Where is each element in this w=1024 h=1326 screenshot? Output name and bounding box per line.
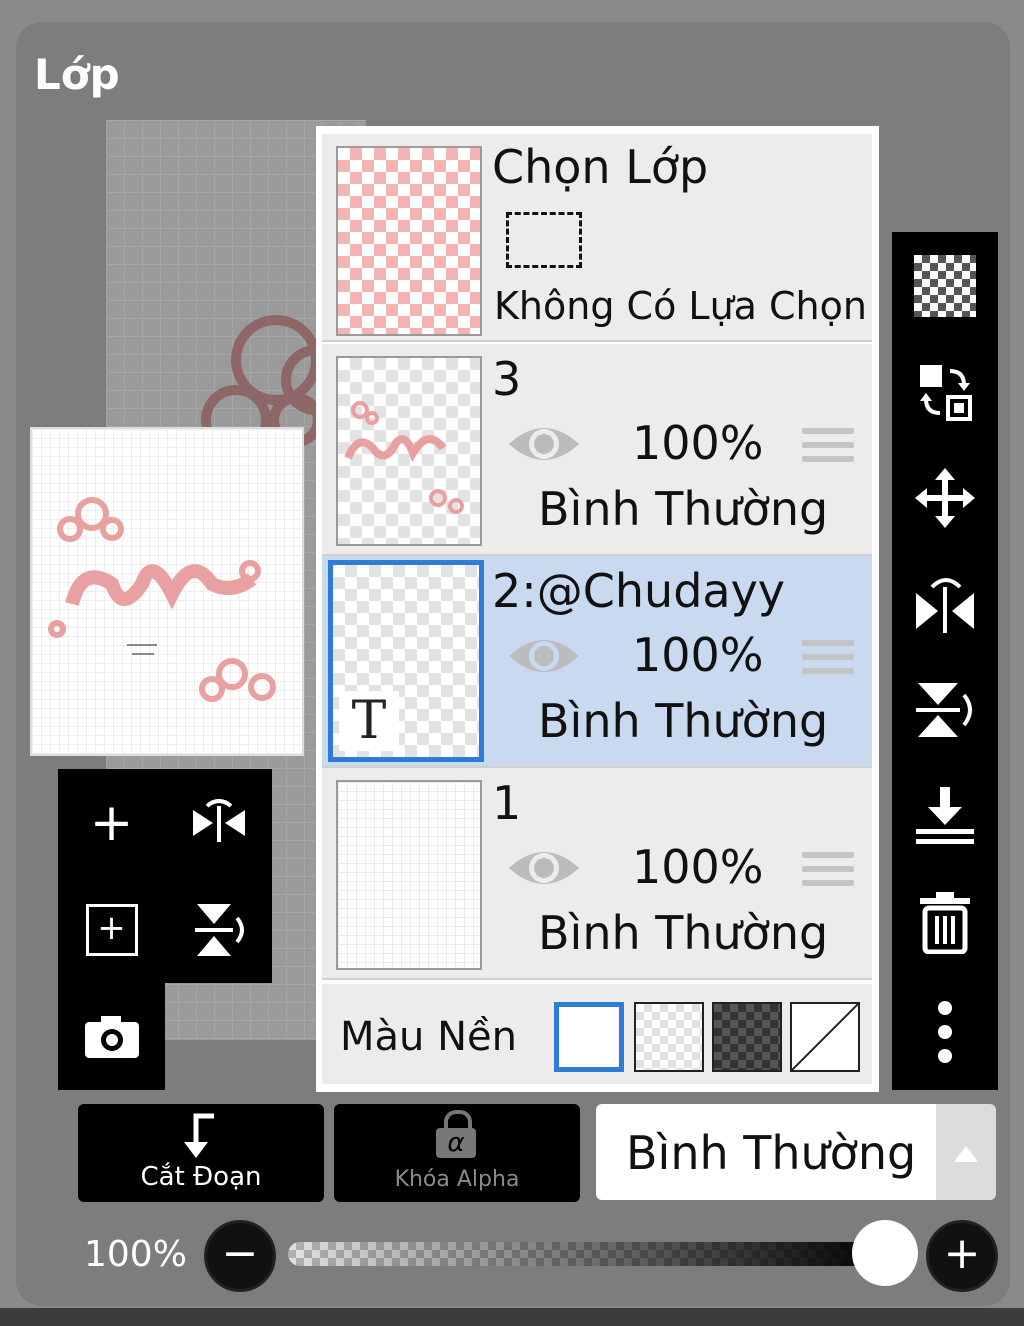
opacity-decrease-button[interactable]: − <box>204 1220 276 1292</box>
eye-icon[interactable] <box>507 634 581 678</box>
selection-layer-thumbnail <box>336 146 482 336</box>
flip-vertical-button[interactable] <box>892 660 998 760</box>
text-layer-badge: T <box>339 691 399 751</box>
flip-vertical-icon <box>194 903 244 956</box>
layer-list: Chọn Lớp Không Có Lựa Chọn 3 100% Bình T… <box>316 126 879 1092</box>
opacity-increase-button[interactable]: + <box>926 1220 998 1292</box>
layer-thumbnail <box>336 356 482 546</box>
swap-icon <box>920 365 972 421</box>
lock-icon: α <box>436 1110 476 1158</box>
selection-layer-row[interactable]: Chọn Lớp Không Có Lựa Chọn <box>322 134 872 342</box>
layer-name: 1 <box>492 776 522 830</box>
layer-row-selected[interactable]: T 2:@Chudayy 100% Bình Thường <box>322 556 872 768</box>
drag-handle-icon[interactable] <box>802 428 854 472</box>
minus-icon: − <box>221 1228 259 1279</box>
flip-vertical-icon <box>916 683 972 737</box>
layer-name: 2:@Chudayy <box>492 564 786 618</box>
layer-blend-mode: Bình Thường <box>538 694 829 748</box>
background-color-row: Màu Nền <box>322 984 872 1084</box>
opacity-value: 100% <box>84 1234 187 1275</box>
panel-title: Lớp <box>34 50 120 99</box>
clipping-label: Cắt Đoạn <box>140 1162 262 1192</box>
layer-blend-mode: Bình Thường <box>538 482 829 536</box>
bg-white-swatch[interactable] <box>554 1002 624 1072</box>
more-options-button[interactable] <box>892 982 998 1082</box>
swap-layers-button[interactable] <box>892 342 998 442</box>
bg-dark-swatch[interactable] <box>712 1002 782 1072</box>
flip-horizontal-icon <box>192 798 245 842</box>
merge-down-icon <box>916 787 974 844</box>
slash-icon <box>791 1003 859 1071</box>
blend-mode-value: Bình Thường <box>626 1126 917 1180</box>
move-icon <box>915 468 975 528</box>
right-toolbar <box>892 232 998 1090</box>
bg-none-swatch[interactable] <box>790 1002 860 1072</box>
plus-icon: + <box>943 1228 981 1279</box>
layer-blend-mode: Bình Thường <box>538 906 829 960</box>
selection-layer-name: Chọn Lớp <box>492 140 709 194</box>
selection-marquee-icon <box>506 212 582 268</box>
delete-layer-button[interactable] <box>892 872 998 972</box>
alpha-lock-label: Khóa Alpha <box>394 1167 520 1192</box>
trash-icon <box>920 892 970 954</box>
blend-mode-dropdown[interactable] <box>936 1104 996 1200</box>
move-button[interactable] <box>892 448 998 548</box>
triangle-up-icon <box>954 1146 978 1162</box>
flip-horizontal-icon <box>916 578 974 633</box>
layer-opacity: 100% <box>632 628 764 682</box>
camera-tool <box>58 983 165 1090</box>
bottom-bar <box>0 1308 1024 1326</box>
layer-art-icon <box>344 401 464 514</box>
layer-thumbnail: T <box>328 560 484 762</box>
selection-status: Không Có Lựa Chọn <box>494 284 867 328</box>
alpha-lock-button[interactable]: α Khóa Alpha <box>334 1104 580 1202</box>
camera-button[interactable] <box>58 983 165 1090</box>
layer-opacity: 100% <box>632 416 764 470</box>
drag-handle-icon[interactable] <box>802 640 854 684</box>
layer-row[interactable]: 1 100% Bình Thường <box>322 768 872 980</box>
copy-layer-button[interactable]: + <box>58 876 165 983</box>
preview-art-icon <box>48 497 276 702</box>
bg-transparent-swatch[interactable] <box>634 1002 704 1072</box>
blend-mode-select[interactable]: Bình Thường <box>596 1104 936 1200</box>
mini-toolbar: + + <box>58 769 272 983</box>
flip-vertical-button[interactable] <box>165 876 272 983</box>
flip-horizontal-button[interactable] <box>165 769 272 876</box>
layer-row[interactable]: 3 100% Bình Thường <box>322 344 872 556</box>
merge-down-button[interactable] <box>892 766 998 866</box>
camera-icon <box>84 1015 139 1058</box>
opacity-slider[interactable] <box>288 1242 888 1266</box>
add-copy-icon: + <box>85 903 138 956</box>
clipping-button[interactable]: Cắt Đoạn <box>78 1104 324 1202</box>
eye-icon[interactable] <box>507 422 581 466</box>
drag-handle-icon[interactable] <box>802 852 854 896</box>
transparency-button[interactable] <box>892 236 998 336</box>
layer-thumbnail <box>336 780 482 970</box>
clipping-arrow-icon <box>184 1113 214 1158</box>
canvas-preview[interactable] <box>30 427 304 756</box>
checker-icon <box>914 255 976 317</box>
opacity-slider-knob[interactable] <box>852 1220 918 1286</box>
eye-icon[interactable] <box>507 846 581 890</box>
alpha-symbol: α <box>436 1128 476 1158</box>
more-vertical-icon <box>938 1001 952 1063</box>
layer-name: 3 <box>492 352 522 406</box>
layer-opacity: 100% <box>632 840 764 894</box>
add-copy-plus: + <box>97 907 126 948</box>
flip-horizontal-button[interactable] <box>892 554 998 654</box>
layer-panel: Lớp + + Chọn Lớp Không Có Lựa Chọn 3 100… <box>16 22 1010 1306</box>
plus-icon: + <box>89 792 134 853</box>
add-layer-button[interactable]: + <box>58 769 165 876</box>
background-color-label: Màu Nền <box>340 1014 517 1060</box>
